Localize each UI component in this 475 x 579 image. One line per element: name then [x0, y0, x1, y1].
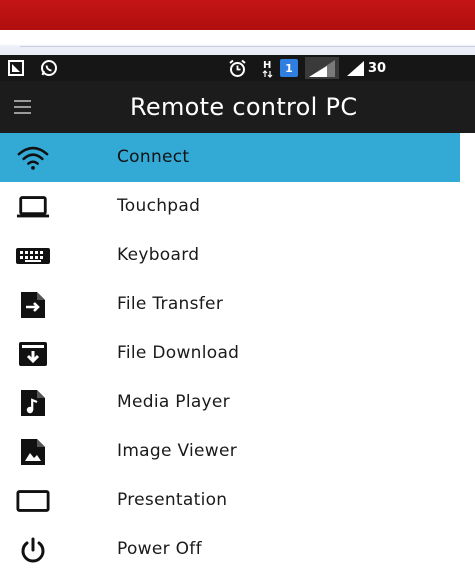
wifi-icon: [16, 143, 50, 173]
whatsapp-notification-icon: [40, 55, 58, 81]
keyboard-icon: [16, 241, 50, 271]
menu-item-label: Media Player: [117, 392, 230, 412]
menu-item-file-transfer[interactable]: File Transfer: [0, 280, 460, 329]
signal-strength-icon: [305, 55, 339, 81]
hspa-data-icon: H: [262, 55, 274, 81]
menu-item-presentation[interactable]: Presentation: [0, 476, 460, 525]
menu-item-keyboard[interactable]: Keyboard: [0, 231, 460, 280]
menu-item-image-viewer[interactable]: Image Viewer: [0, 427, 460, 476]
menu-item-touchpad[interactable]: Touchpad: [0, 182, 460, 231]
menu-item-file-download[interactable]: File Download: [0, 329, 460, 378]
file-transfer-icon: [16, 290, 50, 320]
status-time: 30: [368, 55, 386, 81]
menu-item-label: Touchpad: [117, 196, 201, 216]
alarm-icon: [228, 55, 247, 81]
menu-hamburger-icon[interactable]: [14, 100, 31, 114]
menu-item-label: Connect: [117, 147, 190, 167]
sim-badge-number: 1: [285, 61, 293, 75]
music-file-icon: [16, 388, 50, 418]
menu-item-media-player[interactable]: Media Player: [0, 378, 460, 427]
menu-item-label: File Download: [117, 343, 240, 363]
menu-item-label: Keyboard: [117, 245, 200, 265]
sim-badge: 1: [280, 55, 298, 81]
app-title: Remote control PC: [130, 93, 358, 121]
svg-text:H: H: [263, 60, 271, 71]
menu-item-label: Presentation: [117, 490, 228, 510]
menu-item-connect[interactable]: Connect: [0, 133, 460, 182]
laptop-icon: [16, 192, 50, 222]
menu-item-label: Image Viewer: [117, 441, 238, 461]
image-file-icon: [16, 437, 50, 467]
browser-title-bar: [0, 0, 475, 30]
power-icon: [16, 535, 50, 565]
drawer-edge: [460, 133, 475, 579]
tab-strip-divider: [20, 46, 475, 47]
menu-item-label: File Transfer: [117, 294, 224, 314]
status-bar: H 1 30: [0, 55, 475, 81]
signal-strength-2-icon: [346, 55, 366, 81]
menu-item-label: Power Off: [117, 539, 202, 559]
screenshot-notification-icon: [8, 55, 24, 81]
presentation-icon: [16, 486, 50, 516]
menu-item-power-off[interactable]: Power Off: [0, 525, 460, 574]
app-bar: Remote control PC: [0, 81, 475, 133]
navigation-drawer: Connect Touchpad Keyboard File Transfer …: [0, 133, 460, 574]
file-download-icon: [16, 339, 50, 369]
status-time-text: 30: [368, 60, 387, 76]
